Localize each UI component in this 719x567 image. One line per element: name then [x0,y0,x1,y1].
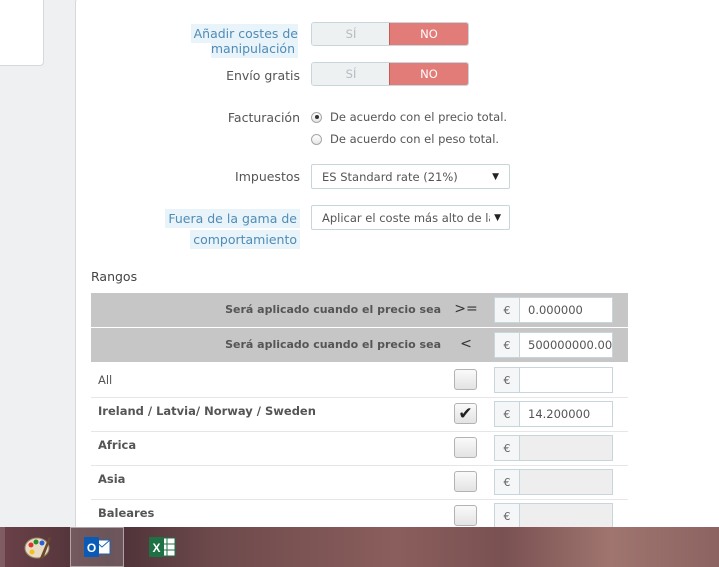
range-condition-label: Será aplicado cuando el precio sea [225,338,441,351]
range-condition-label: Será aplicado cuando el precio sea [225,303,441,316]
zone-name: Ireland / Latvia/ Norway / Sweden [98,404,316,418]
currency-symbol: € [494,435,519,461]
currency-symbol: € [494,332,519,358]
handling-yes-option[interactable]: SÍ [312,23,390,45]
range-lower-bound-row: Será aplicado cuando el precio sea >= € … [91,293,628,327]
radio-unchecked-icon[interactable] [311,133,322,145]
handling-costs-label: Añadir costes de manipulación [100,24,298,58]
zone-name: Africa [98,438,137,452]
zone-price-input[interactable]: 14.200000 [519,401,613,427]
zone-checkbox[interactable] [454,471,477,492]
range-operator: >= [454,301,478,317]
checkmark-icon: ✔ [458,403,473,424]
zone-row-ireland-latvia-norway-sweden: Ireland / Latvia/ Norway / Sweden ✔ € 14… [91,397,628,432]
svg-text:X: X [152,541,160,555]
range-operator: < [460,336,472,352]
zone-name: All [98,373,113,387]
zone-price-group: € [494,435,613,461]
zone-price-input[interactable] [519,367,613,393]
zone-checkbox[interactable] [454,369,477,390]
paint-taskbar-button[interactable] [10,527,64,567]
range-upper-input-group: € 500000000.000000 [494,332,613,358]
zone-checkbox[interactable] [454,437,477,458]
zone-price-input[interactable] [519,469,613,495]
windows-taskbar: O X [0,527,719,567]
excel-icon: X [149,537,176,557]
free-shipping-toggle[interactable]: SÍ NO [311,62,469,86]
zone-row-all: All € [91,363,628,398]
svg-text:O: O [87,541,96,555]
zone-price-group: € [494,367,613,393]
out-of-range-selected-value: Aplicar el coste más alto de la [322,210,491,225]
currency-symbol: € [494,297,519,323]
zone-row-africa: Africa € [91,431,628,466]
zone-price-group: € 14.200000 [494,401,613,427]
tax-selected-value: ES Standard rate (21%) [322,169,458,184]
billing-option-label: De acuerdo con el precio total. [330,110,508,124]
zone-name: Baleares [98,506,155,520]
free-no-option[interactable]: NO [389,63,468,85]
outlook-icon: O [84,537,111,557]
zone-checkbox[interactable] [454,505,477,526]
billing-option-label: De acuerdo con el peso total. [330,132,500,146]
left-sidebar-panel [0,0,44,66]
zone-price-input[interactable] [519,435,613,461]
currency-symbol: € [494,503,519,529]
taskbar-edge [0,527,5,567]
zone-name: Asia [98,472,126,486]
zone-price-group: € [494,503,613,529]
billing-label: Facturación [227,110,300,125]
currency-symbol: € [494,401,519,427]
free-yes-option[interactable]: SÍ [312,63,390,85]
currency-symbol: € [494,367,519,393]
zone-price-group: € [494,469,613,495]
range-lower-input[interactable]: 0.000000 [519,297,613,323]
zone-checkbox-checked[interactable]: ✔ [454,403,477,424]
range-upper-bound-row: Será aplicado cuando el precio sea < € 5… [91,328,628,362]
dropdown-caret-icon: ▼ [494,212,501,223]
handling-no-option[interactable]: NO [389,23,468,45]
paint-icon [24,537,51,559]
out-of-range-label: Fuera de la gama de comportamiento [150,208,300,250]
currency-symbol: € [494,469,519,495]
tax-select[interactable]: ES Standard rate (21%) ▼ [311,164,510,189]
billing-option-total-price[interactable]: De acuerdo con el precio total. [311,110,507,124]
range-lower-input-group: € 0.000000 [494,297,613,323]
ranges-title: Rangos [91,269,138,284]
tax-label: Impuestos [235,169,300,184]
billing-option-total-weight[interactable]: De acuerdo con el peso total. [311,132,499,146]
radio-checked-icon[interactable] [311,111,322,123]
dropdown-caret-icon: ▼ [492,171,499,182]
excel-taskbar-button[interactable]: X [135,527,189,567]
zone-row-asia: Asia € [91,465,628,500]
handling-costs-toggle[interactable]: SÍ NO [311,22,469,46]
outlook-taskbar-button[interactable]: O [70,527,124,567]
range-upper-input[interactable]: 500000000.000000 [519,332,613,358]
out-of-range-select[interactable]: Aplicar el coste más alto de la ▼ [311,205,510,230]
free-shipping-label: Envío gratis [226,68,300,83]
zone-price-input[interactable] [519,503,613,529]
